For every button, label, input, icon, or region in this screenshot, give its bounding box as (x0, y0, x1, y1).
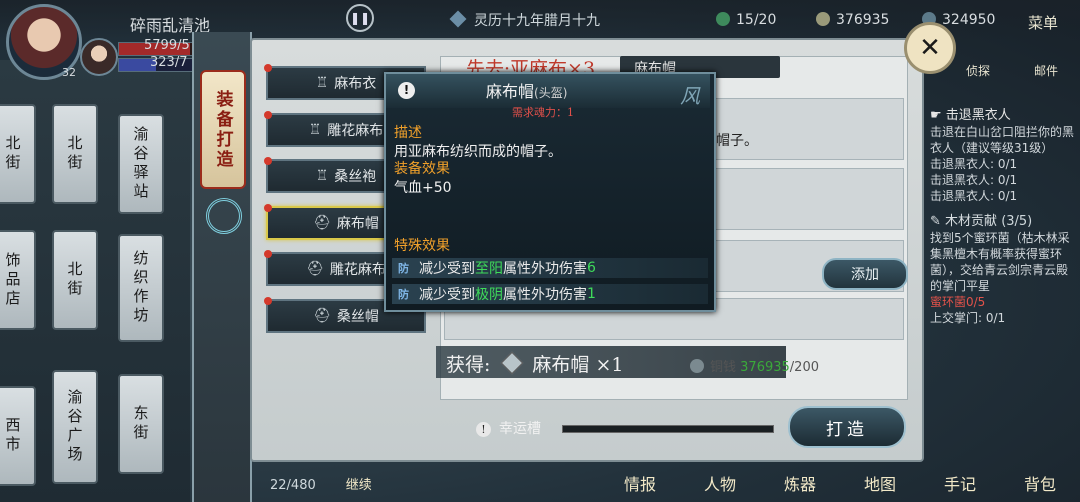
map-node-north-street-a[interactable]: 北街 (0, 104, 36, 204)
quest1-progress-3: 击退黑衣人: 0/1 (930, 189, 1018, 203)
mp-value: 323/7 (150, 55, 188, 70)
continue-button[interactable]: 继续 (346, 478, 372, 493)
new-dot-icon (264, 110, 272, 119)
date-text: 灵历十九年腊月十九 (474, 13, 600, 29)
bag-capacity: 22/480 (270, 478, 316, 493)
special-effect-row: 防 减少受到 极阴 属性外功伤害 1 (392, 284, 708, 304)
robe-icon: ♖ (315, 75, 329, 91)
detail-desc-fragment: 帽子。 (716, 133, 758, 149)
new-dot-icon (264, 296, 272, 305)
shield-icon: 防 (398, 262, 409, 275)
cost-label: 铜钱 (710, 360, 737, 375)
cost-need: /200 (789, 360, 819, 375)
gain-output: 获得: 麻布帽 ×1 (446, 350, 623, 377)
currency2-text: 324950 (942, 12, 996, 28)
add-material-button[interactable]: 添加 (822, 258, 908, 290)
luck-slot-bar (562, 425, 774, 433)
luck-slot-label: ! 幸运槽 (476, 418, 541, 438)
nav-character[interactable]: 人物 (704, 471, 736, 495)
quest1-desc: 击退在白山岔口阻拦你的黑衣人（建议等级31级） (930, 125, 1075, 155)
copper-coin-icon (690, 359, 704, 373)
pause-button[interactable]: ❚❚ (346, 4, 374, 32)
quest2-progress-2: 上交掌门: 0/1 (930, 311, 1006, 325)
new-dot-icon (264, 250, 272, 258)
pause-icon: ❚❚ (349, 11, 371, 25)
energy-icon (716, 12, 730, 26)
close-button[interactable]: ✕ (904, 22, 956, 74)
map-node-weaving-workshop[interactable]: 纺织作坊 (118, 234, 164, 342)
nav-journal[interactable]: 手记 (944, 471, 976, 495)
info-icon[interactable]: ! (476, 422, 491, 437)
menu-button[interactable]: 菜单 (1028, 12, 1058, 33)
quest2-desc: 找到5个蜜环菌（枯木林采集黑檀木有概率获得蜜环菌），交给青云剑宗青云殿的掌门平星 (930, 231, 1070, 293)
new-dot-icon (264, 157, 272, 165)
shield-icon: 防 (398, 288, 409, 301)
coin-icon (816, 12, 830, 26)
robe-icon: ♖ (308, 121, 322, 138)
quest-tracker[interactable]: ☛ 击退黑衣人 击退在白山岔口阻拦你的黑衣人（建议等级31级） 击退黑衣人: 0… (930, 108, 1076, 326)
currency1-text: 376935 (836, 12, 890, 28)
quest1-progress-1: 击退黑衣人: 0/1 (930, 157, 1018, 171)
world-map[interactable]: 北街 北街 渝谷驿站 饰品店 北街 纺织作坊 西市 渝谷广场 东街 (0, 60, 190, 502)
hat-icon: ⛑ (306, 261, 324, 277)
tooltip-special-title: 特殊效果 (394, 238, 450, 254)
robe-icon: ♖ (315, 168, 329, 184)
game-date: 灵历十九年腊月十九 (449, 10, 600, 30)
top-right-icons: 侦探 邮件 (944, 62, 1080, 96)
map-node-west-market[interactable]: 西市 (0, 386, 36, 486)
info-icon: ! (398, 82, 415, 99)
gain-item: 麻布帽 ×1 (532, 354, 624, 376)
quest-leaf-icon: ✎ (930, 214, 946, 229)
quest1-title[interactable]: ☛ 击退黑衣人 (930, 108, 1076, 124)
mail-icon-button[interactable]: 邮件 (1034, 62, 1058, 96)
date-diamond-icon (449, 10, 467, 28)
cost-have: 376935 (740, 360, 790, 375)
detail-card-1 (704, 98, 904, 160)
player-level: 32 (62, 66, 76, 79)
map-node-north-street-b[interactable]: 北街 (52, 104, 98, 204)
nav-map[interactable]: 地图 (864, 471, 896, 495)
item-diamond-icon (501, 351, 524, 375)
nav-refine[interactable]: 炼器 (784, 471, 816, 495)
quest1-progress-2: 击退黑衣人: 0/1 (930, 173, 1018, 187)
copper-cost: 铜钱 376935/200 (690, 356, 819, 375)
bottom-left-status: 22/480 继续 (270, 474, 372, 493)
currency1-counter: 376935 (816, 12, 889, 28)
new-dot-icon (264, 203, 272, 212)
tooltip-equip-text: 气血+50 (394, 180, 452, 196)
forge-banner: 装备打造 (200, 70, 246, 189)
hat-icon: ⛑ (313, 214, 331, 231)
energy-counter: 15/20 (716, 12, 776, 28)
special-effect-row: 防 减少受到 至阳 属性外功伤害 6 (392, 258, 708, 278)
hat-icon: ⛑ (313, 307, 331, 324)
gain-label: 获得: (446, 354, 491, 376)
map-node-yugu-station[interactable]: 渝谷驿站 (118, 114, 164, 214)
tooltip-item-name: 麻布帽(头盔) (486, 82, 568, 101)
energy-text: 15/20 (736, 12, 777, 28)
detective-icon-button[interactable]: 侦探 (966, 62, 990, 96)
hp-value: 5799/5 (144, 38, 190, 53)
bottom-nav: 情报 人物 炼器 地图 手记 背包 (600, 464, 1080, 502)
map-node-yugu-square[interactable]: 渝谷广场 (52, 370, 98, 484)
quest2-title[interactable]: ✎ 木材贡献 (3/5) (930, 214, 1076, 230)
chinese-knot-icon (206, 198, 242, 234)
close-icon: ✕ (919, 33, 941, 63)
new-dot-icon (264, 64, 272, 72)
map-node-north-street-c[interactable]: 北街 (52, 230, 98, 330)
tooltip-equip-title: 装备效果 (394, 161, 450, 177)
tooltip-desc-title: 描述 (394, 125, 422, 141)
companion-avatar[interactable] (80, 38, 118, 76)
forge-button[interactable]: 打造 (788, 406, 906, 448)
quest2-progress-1: 蜜环菌0/5 (930, 295, 986, 309)
wind-grade-icon: 风 (680, 84, 700, 108)
detail-card-2 (704, 168, 904, 230)
tooltip-requirement: 需求魂力：1 (512, 106, 574, 119)
nav-bag[interactable]: 背包 (1024, 471, 1056, 495)
map-node-east-street[interactable]: 东街 (118, 374, 164, 474)
nav-intel[interactable]: 情报 (624, 471, 656, 495)
quest-hand-icon: ☛ (930, 108, 946, 123)
map-node-jewelry-shop[interactable]: 饰品店 (0, 230, 36, 330)
